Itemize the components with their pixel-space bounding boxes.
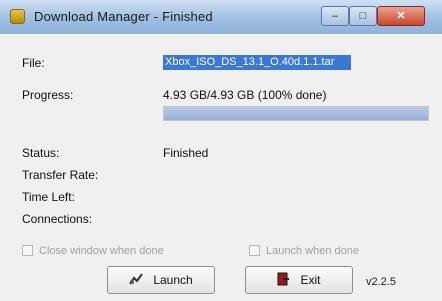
- minimize-button[interactable]: –: [321, 6, 349, 26]
- title-separator: [0, 34, 442, 35]
- launch-when-done-checkbox[interactable]: Launch when done: [249, 245, 359, 257]
- progress-bar: [163, 106, 429, 121]
- launch-button[interactable]: Launch: [107, 266, 215, 294]
- status-value: Finished: [163, 146, 209, 160]
- checkbox-box[interactable]: [22, 245, 33, 256]
- download-manager-icon: [10, 9, 25, 24]
- transfer-rate-label: Transfer Rate:: [22, 168, 99, 182]
- time-left-label: Time Left:: [22, 190, 75, 204]
- window-title: Download Manager - Finished: [34, 9, 213, 24]
- version-label: v2.2.5: [366, 276, 396, 288]
- download-manager-window: Download Manager - Finished – □ ✕ File: …: [0, 0, 442, 301]
- file-name-field[interactable]: Xbox_ISO_DS_13.1_O.40d.1.1.tar: [163, 55, 351, 70]
- progress-text: 4.93 GB/4.93 GB (100% done): [163, 88, 327, 102]
- file-label: File:: [22, 56, 45, 70]
- maximize-button[interactable]: □: [349, 6, 377, 26]
- launch-icon: [129, 272, 144, 288]
- close-button[interactable]: ✕: [377, 6, 425, 26]
- close-when-done-label: Close window when done: [39, 245, 164, 257]
- connections-label: Connections:: [22, 212, 93, 226]
- title-bar[interactable]: Download Manager - Finished – □ ✕: [0, 0, 442, 35]
- exit-button-label: Exit: [300, 273, 321, 287]
- launch-when-done-label: Launch when done: [266, 245, 359, 257]
- exit-icon: [277, 272, 290, 289]
- progress-bar-fill: [164, 107, 428, 120]
- checkbox-box[interactable]: [249, 245, 260, 256]
- close-when-done-checkbox[interactable]: Close window when done: [22, 245, 164, 257]
- launch-button-label: Launch: [153, 273, 193, 287]
- status-label: Status:: [22, 146, 60, 160]
- progress-label: Progress:: [22, 88, 74, 102]
- exit-button[interactable]: Exit: [245, 266, 353, 294]
